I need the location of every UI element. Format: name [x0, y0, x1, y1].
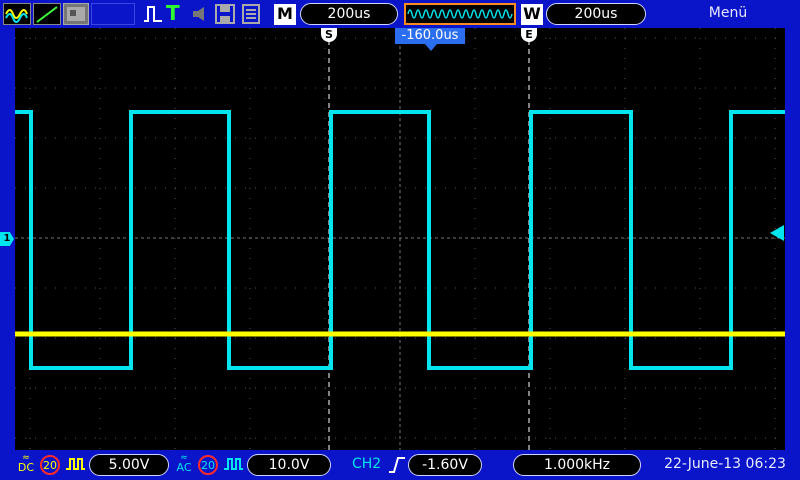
ch2-bw-limit-badge[interactable]: 20 — [198, 455, 218, 475]
ch1-coupling-text: DC — [17, 461, 35, 474]
trigger-level-value[interactable]: -1.60V — [408, 454, 482, 476]
status-empty-box — [91, 3, 135, 25]
waveform-ramp-icon[interactable] — [33, 3, 61, 25]
waveform-window-preview[interactable] — [404, 3, 516, 25]
ch2-coupling-label: ≈ AC — [174, 454, 194, 476]
ch2-ground-marker[interactable]: 1 — [0, 232, 14, 246]
trigger-position-arrow-icon[interactable] — [425, 44, 437, 51]
trigger-source-label[interactable]: CH2 — [352, 456, 386, 476]
ch1-volts-div[interactable]: 5.00V — [89, 454, 169, 476]
waveform-display: S E -160.0us — [15, 28, 785, 450]
top-toolbar: T M 200us W 200us Menü — [0, 0, 800, 28]
timebase-value[interactable]: 200us — [300, 3, 398, 25]
memory-icon[interactable] — [240, 3, 262, 25]
window-timebase-button[interactable]: W — [521, 4, 543, 25]
ch1-coupling-label: ≈ DC — [17, 453, 35, 474]
ch2-coupling-text: AC — [176, 461, 192, 474]
rising-edge-icon[interactable] — [388, 454, 406, 476]
trigger-state-label: T — [166, 1, 180, 25]
ch1-bw-limit-badge[interactable]: 20 — [40, 455, 60, 475]
ch2-probe-icon — [222, 455, 244, 477]
trigger-level-arrow-icon[interactable] — [770, 225, 784, 241]
menu-button[interactable]: Menü — [700, 5, 756, 21]
save-icon[interactable] — [214, 3, 236, 25]
ch2-volts-div[interactable]: 10.0V — [247, 454, 331, 476]
ch1-probe-icon — [64, 455, 86, 477]
window-timebase-value[interactable]: 200us — [546, 3, 646, 25]
persistence-icon[interactable] — [63, 3, 89, 25]
main-timebase-button[interactable]: M — [274, 4, 296, 25]
waveform-sine-icon[interactable] — [3, 3, 31, 25]
datetime-label: 22-June-13 06:23 — [664, 456, 786, 472]
trigger-offset-label: -160.0us — [395, 28, 465, 44]
speaker-icon — [190, 3, 212, 25]
pulse-icon — [142, 3, 164, 25]
frequency-readout: 1.000kHz — [513, 454, 641, 476]
